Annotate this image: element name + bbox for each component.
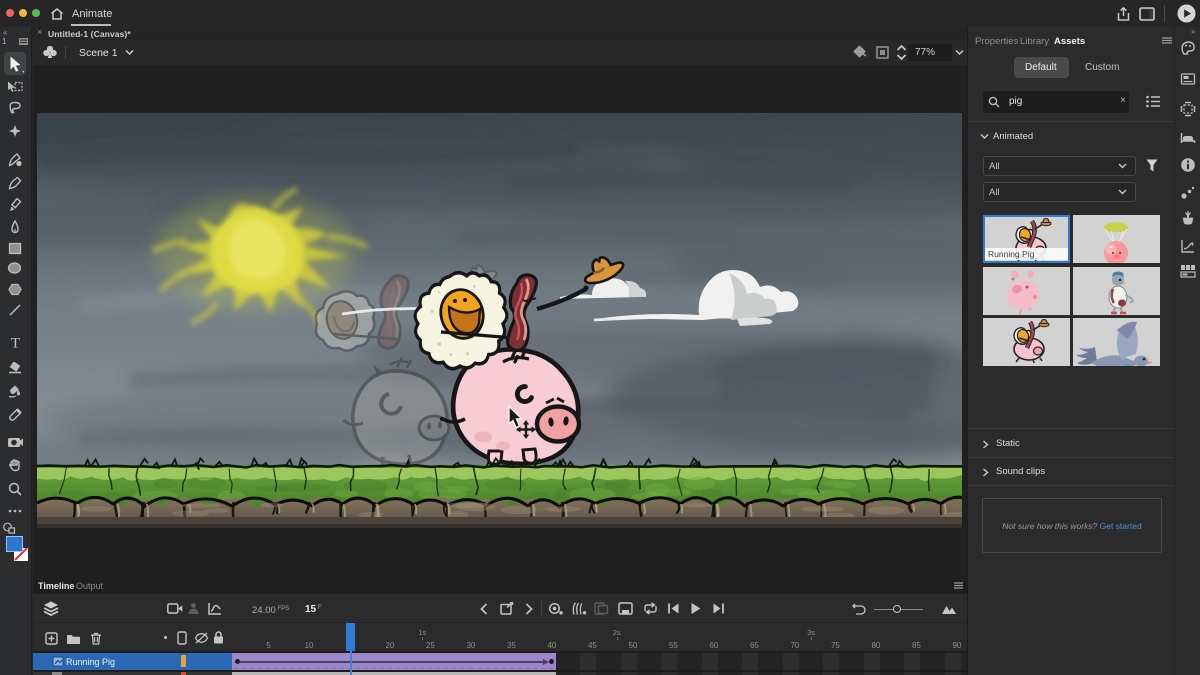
svg-text:T: T xyxy=(10,336,19,351)
